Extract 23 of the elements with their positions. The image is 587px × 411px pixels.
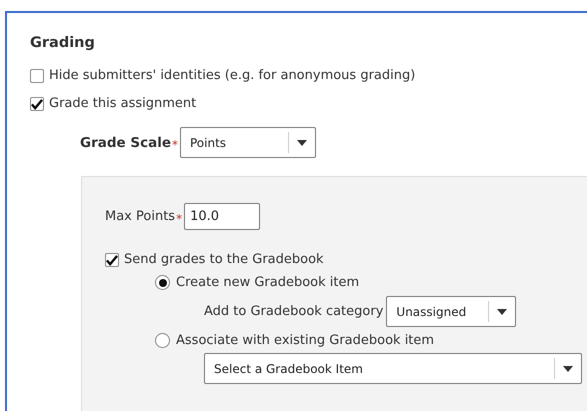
required-mark: * <box>172 138 178 152</box>
checkbox[interactable] <box>30 96 44 110</box>
checkbox[interactable] <box>105 252 119 266</box>
dropdown[interactable]: Select a Gradebook Item <box>204 353 582 384</box>
dropdown[interactable]: Unassigned <box>386 296 516 327</box>
dropdown[interactable]: Points <box>180 127 316 158</box>
max-points-label: Max Points <box>105 209 176 224</box>
caret-icon <box>297 140 307 146</box>
checkbox-label: Hide submitters' identities (e.g. for anonymous grading) <box>49 68 416 83</box>
radio-label: Create new Gradebook item <box>176 275 360 290</box>
required-mark: * <box>176 212 182 226</box>
checkbox-label: Send grades to the Gradebook <box>124 252 324 267</box>
caret-icon <box>497 308 508 314</box>
max-points-field[interactable]: 10.0 <box>184 203 260 230</box>
section-title: Grading <box>30 35 96 51</box>
checkbox[interactable] <box>30 68 44 82</box>
checkbox-label: Grade this assignment <box>49 96 196 111</box>
caret-icon <box>563 366 573 372</box>
radio-button[interactable] <box>155 333 170 348</box>
radio-button[interactable] <box>155 275 170 290</box>
category-label: Add to Gradebook category <box>204 304 384 319</box>
radio-label: Associate with existing Gradebook item <box>176 333 434 348</box>
grade-scale-label: Grade Scale <box>80 134 171 150</box>
